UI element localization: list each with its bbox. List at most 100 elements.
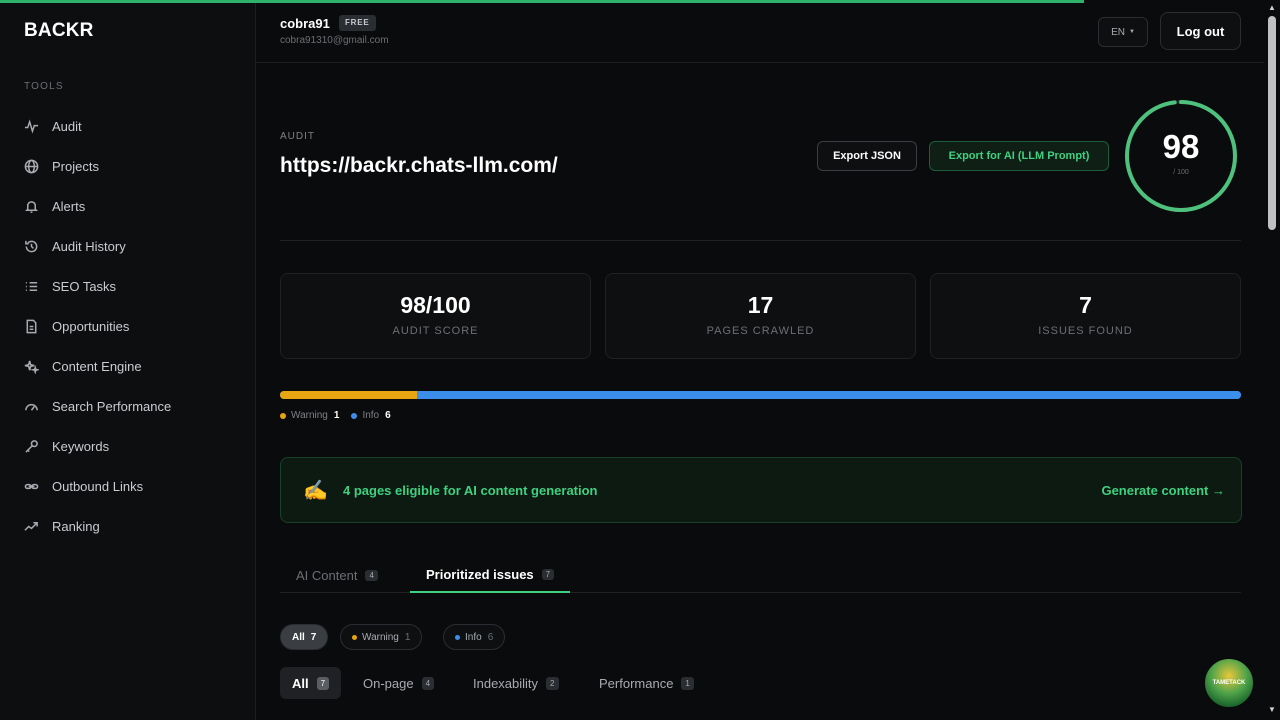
filter-info-pill[interactable]: Info 6 — [443, 624, 506, 650]
category-count: 1 — [681, 676, 694, 690]
content-tabs: AI Content 4 Prioritized issues 7 — [280, 558, 1241, 593]
stat-card-audit-score: 98/100 AUDIT SCORE — [280, 273, 591, 359]
sidebar-item-alerts[interactable]: Alerts — [16, 186, 246, 226]
export-json-button[interactable]: Export JSON — [817, 141, 917, 171]
document-icon — [26, 319, 37, 333]
user-name: cobra91 — [280, 16, 330, 31]
stat-label: ISSUES FOUND — [1038, 325, 1133, 337]
category-performance[interactable]: Performance 1 — [587, 667, 706, 699]
sidebar-item-label: Alerts — [52, 198, 86, 214]
logout-button[interactable]: Log out — [1160, 12, 1241, 50]
sidebar-item-label: Opportunities — [52, 318, 130, 334]
writing-hand-icon: ✍️ — [303, 480, 328, 502]
top-header: cobra91 FREE cobra91310@gmail.com EN ▼ L… — [256, 0, 1264, 63]
pill-label: All — [292, 631, 305, 643]
severity-legend: Warning 1 Info 6 — [280, 410, 403, 421]
user-email: cobra91310@gmail.com — [280, 35, 389, 46]
audit-section-label: AUDIT — [280, 131, 315, 142]
category-label: All — [292, 675, 309, 691]
stat-value: 98/100 — [400, 292, 471, 318]
page-scrollbar[interactable]: ▲ ▼ — [1264, 0, 1280, 720]
sidebar-item-label: Audit — [52, 118, 82, 134]
legend-info-label: Info — [362, 410, 380, 421]
floating-widget-badge[interactable]: TAMETACK — [1203, 657, 1255, 709]
generate-content-link[interactable]: Generate content → — [1101, 483, 1225, 498]
stat-value: 7 — [1079, 292, 1092, 318]
category-indexability[interactable]: Indexability 2 — [461, 667, 571, 699]
globe-icon — [24, 159, 39, 173]
category-label: Indexability — [473, 675, 539, 691]
brand-logo[interactable]: BACKR — [24, 20, 94, 42]
pill-count: 7 — [310, 631, 317, 643]
filter-warning-pill[interactable]: Warning 1 — [340, 624, 423, 650]
sidebar: BACKR TOOLS Audit Projects Alerts Audit … — [0, 0, 256, 720]
trend-icon — [24, 521, 38, 531]
scroll-thumb[interactable] — [1268, 16, 1276, 230]
main-content: AUDIT https://backr.chats-llm.com/ Expor… — [256, 64, 1264, 720]
ai-content-banner: ✍️ 4 pages eligible for AI content gener… — [280, 457, 1242, 523]
pill-label: Info — [465, 631, 482, 643]
tab-prioritized-issues[interactable]: Prioritized issues 7 — [410, 558, 571, 593]
tab-count: 4 — [365, 570, 378, 581]
category-on-page[interactable]: On-page 4 — [351, 667, 446, 699]
scroll-down-arrow-icon[interactable]: ▼ — [1267, 706, 1277, 714]
severity-distribution-bar — [280, 391, 1241, 399]
sidebar-item-audit-history[interactable]: Audit History — [16, 226, 246, 266]
sidebar-item-projects[interactable]: Projects — [16, 146, 246, 186]
sidebar-section-label: TOOLS — [24, 81, 64, 92]
sidebar-item-audit[interactable]: Audit — [16, 106, 246, 146]
export-ai-button[interactable]: Export for AI (LLM Prompt) — [929, 141, 1109, 171]
audit-url: https://backr.chats-llm.com/ — [280, 154, 558, 177]
sidebar-item-opportunities[interactable]: Opportunities — [16, 306, 246, 346]
legend-warning-label: Warning — [291, 410, 328, 421]
plan-badge: FREE — [339, 15, 376, 31]
stat-label: AUDIT SCORE — [392, 325, 479, 337]
tab-count: 7 — [541, 569, 555, 580]
sidebar-item-label: Search Performance — [52, 398, 172, 414]
severity-warning-segment — [280, 391, 418, 399]
tab-ai-content[interactable]: AI Content 4 — [280, 558, 394, 593]
sidebar-item-label: SEO Tasks — [52, 278, 117, 294]
tab-label: AI Content — [296, 568, 358, 583]
bell-icon — [25, 200, 38, 213]
sidebar-item-label: Keywords — [52, 438, 110, 454]
gauge-icon — [25, 403, 38, 411]
ai-banner-text: 4 pages eligible for AI content generati… — [343, 483, 598, 498]
link-icon — [24, 483, 39, 489]
category-label: Performance — [599, 675, 674, 691]
sidebar-nav: Audit Projects Alerts Audit History SEO … — [16, 106, 246, 546]
scroll-up-arrow-icon[interactable]: ▲ — [1267, 4, 1277, 12]
tab-label: Prioritized issues — [426, 567, 534, 582]
pill-label: Warning — [362, 631, 399, 643]
sparkles-icon — [24, 360, 39, 374]
info-dot-icon — [351, 412, 358, 419]
stat-card-pages-crawled: 17 PAGES CRAWLED — [605, 273, 916, 359]
severity-info-segment — [417, 391, 1241, 399]
divider — [280, 240, 1241, 241]
category-count: 7 — [316, 676, 330, 690]
info-dot-icon — [455, 634, 460, 640]
legend-info-count: 6 — [385, 410, 391, 421]
sidebar-item-outbound-links[interactable]: Outbound Links — [16, 466, 246, 506]
pill-count: 1 — [404, 631, 411, 643]
category-count: 4 — [421, 676, 435, 690]
warning-dot-icon — [352, 634, 357, 640]
stat-card-issues-found: 7 ISSUES FOUND — [930, 273, 1241, 359]
sidebar-item-seo-tasks[interactable]: SEO Tasks — [16, 266, 246, 306]
sidebar-item-content-engine[interactable]: Content Engine — [16, 346, 246, 386]
pill-count: 6 — [487, 631, 494, 643]
sidebar-item-label: Audit History — [52, 238, 126, 254]
category-all[interactable]: All 7 — [280, 667, 342, 699]
key-icon — [25, 439, 38, 453]
language-selector[interactable]: EN ▼ — [1098, 17, 1148, 47]
page-load-progress — [0, 0, 1085, 3]
sidebar-item-keywords[interactable]: Keywords — [16, 426, 246, 466]
language-label: EN — [1111, 26, 1125, 38]
legend-warning-count: 1 — [333, 410, 340, 421]
sidebar-item-search-performance[interactable]: Search Performance — [16, 386, 246, 426]
sidebar-item-ranking[interactable]: Ranking — [16, 506, 246, 546]
filter-all-pill[interactable]: All 7 — [280, 624, 329, 650]
stat-label: PAGES CRAWLED — [706, 325, 815, 337]
badge-text: TAMETACK — [1212, 679, 1246, 686]
chevron-down-icon: ▼ — [1128, 29, 1135, 35]
